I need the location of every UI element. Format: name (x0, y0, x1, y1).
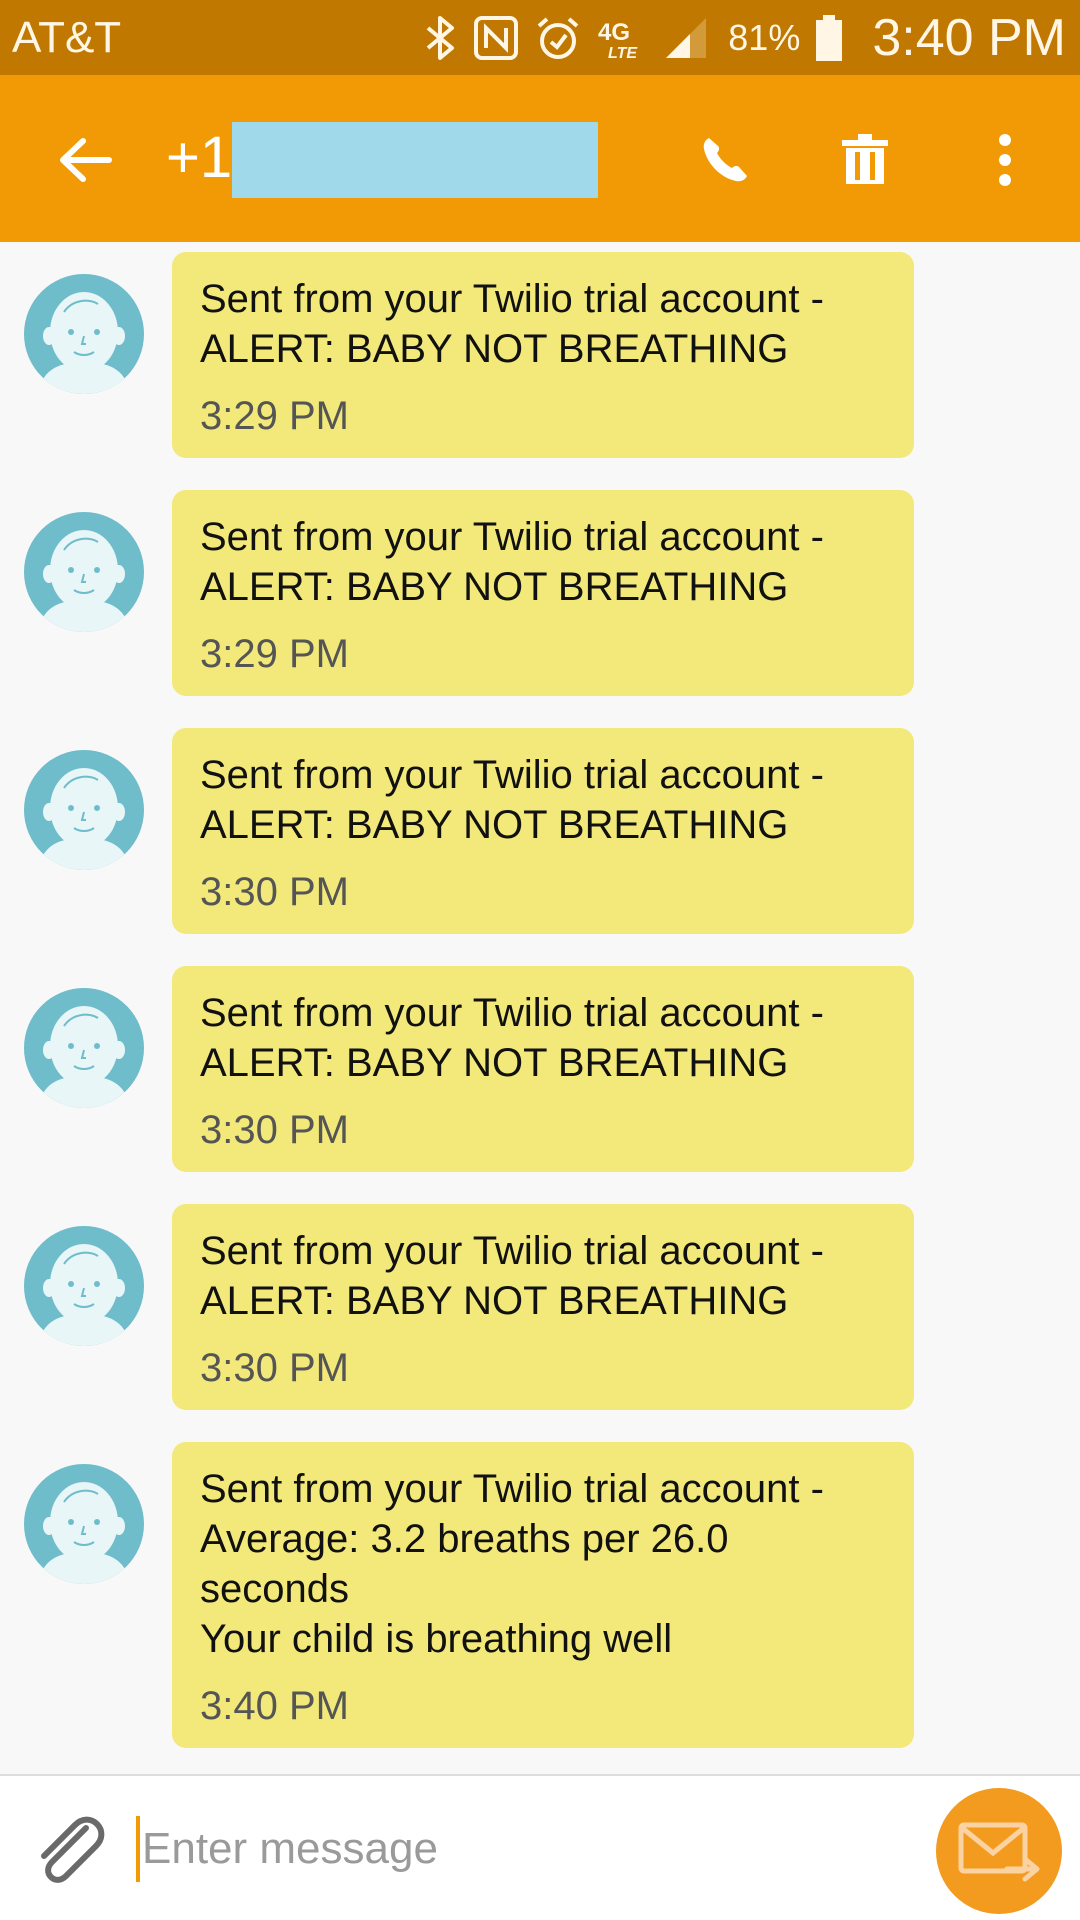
message-bubble[interactable]: Sent from your Twilio trial account - AL… (172, 490, 914, 696)
message-bubble[interactable]: Sent from your Twilio trial account - AL… (172, 728, 914, 934)
message-text: Sent from your Twilio trial account - AL… (200, 991, 824, 1085)
phone-icon (703, 138, 747, 182)
baby-face-icon (25, 1465, 143, 1584)
avatar[interactable] (24, 988, 144, 1108)
message-composer (0, 1774, 1080, 1920)
message-text: Sent from your Twilio trial account - AL… (200, 1229, 824, 1323)
avatar[interactable] (24, 512, 144, 632)
more-options-button[interactable] (985, 123, 1025, 197)
more-vert-icon (999, 134, 1011, 186)
back-arrow-icon (60, 138, 112, 182)
carrier-label: AT&T (12, 13, 122, 62)
battery-icon (814, 13, 844, 63)
message-time: 3:30 PM (200, 870, 349, 914)
send-button[interactable] (936, 1788, 1062, 1914)
svg-text:4G: 4G (598, 19, 630, 46)
message-bubble[interactable]: Sent from your Twilio trial account - Av… (172, 1442, 914, 1748)
baby-face-icon (25, 751, 143, 870)
call-button[interactable] (690, 125, 760, 195)
message-bubble[interactable]: Sent from your Twilio trial account - AL… (172, 252, 914, 458)
4g-lte-icon: 4G LTE (596, 14, 648, 62)
attach-button[interactable] (28, 1810, 108, 1890)
trash-icon (842, 134, 888, 184)
message-text: Sent from your Twilio trial account - AL… (200, 753, 824, 847)
avatar[interactable] (24, 1226, 144, 1346)
bluetooth-icon (424, 14, 458, 62)
baby-face-icon (25, 513, 143, 632)
redacted-phone-number (232, 122, 598, 198)
battery-percent: 81% (728, 17, 801, 58)
paperclip-icon (41, 1816, 105, 1883)
message-time: 3:30 PM (200, 1108, 349, 1152)
baby-face-icon (25, 275, 143, 394)
message-bubble[interactable]: Sent from your Twilio trial account - AL… (172, 1204, 914, 1410)
avatar[interactable] (24, 1464, 144, 1584)
contact-number[interactable]: +1 (166, 120, 232, 196)
message-list[interactable]: Sent from your Twilio trial account - AL… (0, 242, 1080, 1774)
alarm-icon (534, 14, 582, 62)
message-input[interactable] (136, 1816, 896, 1882)
message-time: 3:40 PM (200, 1684, 349, 1728)
status-icons: 4G LTE 81% 3:40 PM (424, 6, 1066, 70)
delete-button[interactable] (830, 123, 900, 197)
clock: 3:40 PM (872, 9, 1066, 67)
signal-icon (662, 14, 710, 62)
baby-face-icon (25, 1227, 143, 1346)
message-time: 3:29 PM (200, 394, 349, 438)
message-text: Sent from your Twilio trial account - AL… (200, 515, 824, 609)
conversation-header: +1 (0, 75, 1080, 242)
status-bar: AT&T 4G LTE 81% 3:40 PM (0, 0, 1080, 75)
send-envelope-icon (958, 1822, 1040, 1882)
baby-face-icon (25, 989, 143, 1108)
svg-text:LTE: LTE (608, 45, 638, 62)
back-button[interactable] (50, 125, 120, 195)
avatar[interactable] (24, 750, 144, 870)
message-time: 3:29 PM (200, 632, 349, 676)
message-text: Sent from your Twilio trial account - AL… (200, 277, 824, 371)
nfc-icon (472, 14, 520, 62)
message-text: Sent from your Twilio trial account - Av… (200, 1467, 824, 1661)
message-bubble[interactable]: Sent from your Twilio trial account - AL… (172, 966, 914, 1172)
avatar[interactable] (24, 274, 144, 394)
message-time: 3:30 PM (200, 1346, 349, 1390)
